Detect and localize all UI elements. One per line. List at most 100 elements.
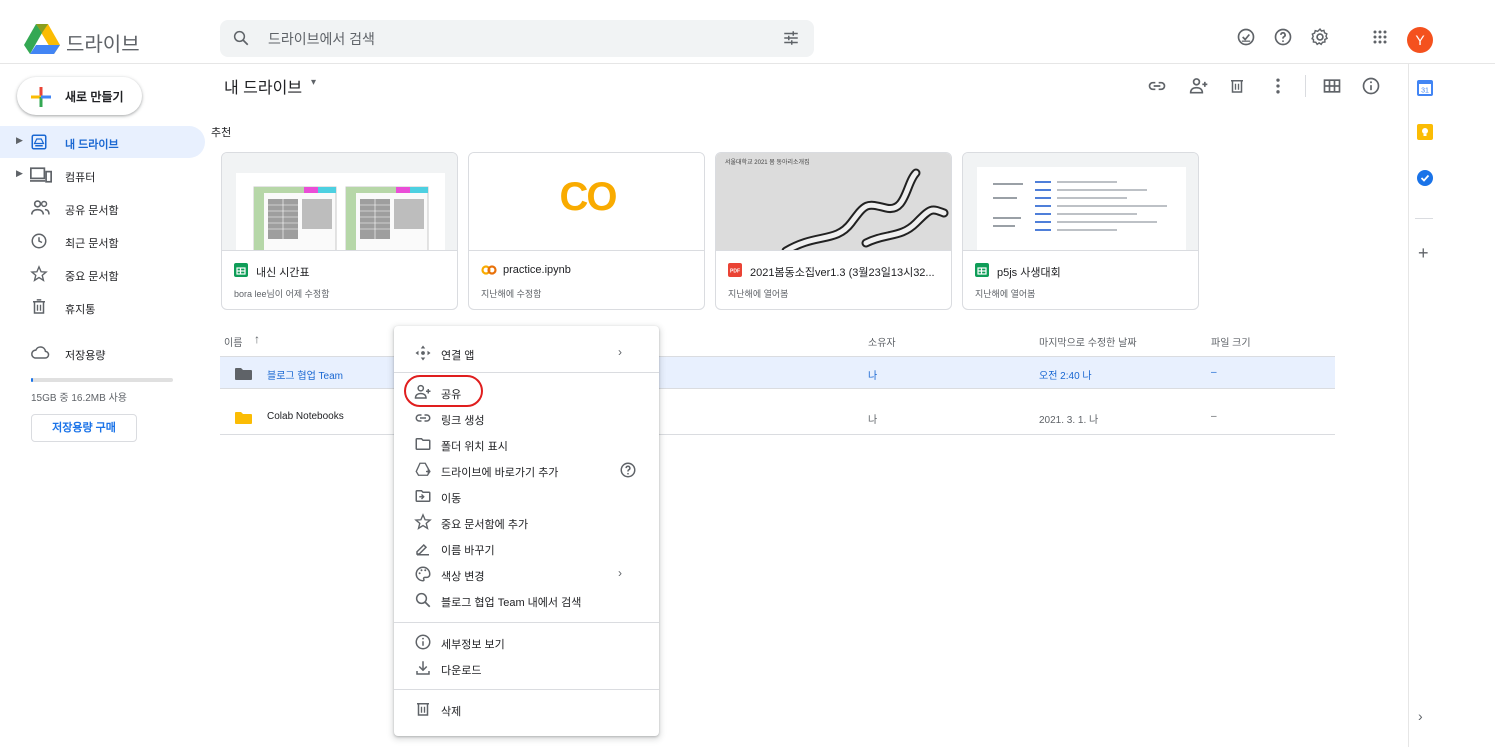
file-size: – (1211, 411, 1217, 422)
menu-item-label: 색상 변경 (441, 571, 485, 583)
menu-item-label: 중요 문서함에 추가 (441, 519, 529, 531)
sidebar-item-label: 내 드라이브 (65, 139, 119, 151)
help-icon[interactable] (1273, 27, 1293, 47)
sidebar-item-starred[interactable]: 중요 문서함 (0, 258, 205, 290)
menu-item-delete[interactable]: 삭제 (394, 696, 659, 722)
menu-item-search-within[interactable]: 블로그 협업 Team 내에서 검색 (394, 587, 659, 613)
buy-storage-button[interactable]: 저장용량 구매 (31, 414, 137, 442)
apps-grid-icon[interactable] (1370, 27, 1390, 47)
trash-icon (414, 700, 432, 718)
drive-logo-icon[interactable] (24, 24, 60, 54)
offline-ready-icon[interactable] (1236, 27, 1256, 47)
account-avatar[interactable]: Y (1407, 27, 1433, 53)
table-row[interactable]: Colab Notebooks 나 2021. 3. 1. 나 – (220, 403, 1335, 435)
sheets-icon (234, 263, 248, 277)
menu-item-download[interactable]: 다운로드 (394, 655, 659, 681)
colab-icon (481, 263, 497, 277)
search-options-icon[interactable] (782, 29, 800, 47)
computer-icon (30, 166, 52, 184)
sidebar-item-label: 저장용량 (65, 350, 106, 362)
share-highlight-annotation (404, 375, 483, 407)
more-vert-icon[interactable] (1268, 76, 1288, 96)
file-thumbnail: CO (469, 153, 704, 251)
file-modified: 2021. 3. 1. 나 (1039, 415, 1099, 426)
info-icon[interactable] (1361, 76, 1381, 96)
grid-view-icon[interactable] (1322, 76, 1342, 96)
suggested-heading: 추천 (211, 127, 232, 139)
menu-item-label: 연결 앱 (441, 350, 475, 362)
menu-item-change-color[interactable]: 색상 변경 › (394, 561, 659, 587)
sidebar-item-shared[interactable]: 공유 문서함 (0, 192, 205, 224)
menu-item-get-link[interactable]: 링크 생성 (394, 405, 659, 431)
suggested-card[interactable]: p5js 사생대회 지난해에 열어봄 (962, 152, 1199, 310)
help-icon[interactable] (619, 461, 637, 479)
settings-gear-icon[interactable] (1310, 27, 1330, 47)
svg-text:31: 31 (1421, 88, 1429, 95)
column-header-name[interactable]: 이름 (224, 334, 242, 349)
table-row[interactable]: 블로그 협업 Team 나 오전 2:40 나 – (220, 357, 1335, 389)
tasks-icon[interactable] (1417, 170, 1433, 186)
card-title: p5js 사생대회 (997, 267, 1061, 279)
side-panel-divider (1408, 64, 1409, 747)
menu-item-add-starred[interactable]: 중요 문서함에 추가 (394, 509, 659, 535)
suggested-card[interactable]: 서울대학교 2021 봄 동아리소개집 PDF 2021봄동소집ver1.3 (… (715, 152, 952, 310)
sort-arrow-icon[interactable]: ↑ (254, 332, 260, 346)
link-icon[interactable] (1147, 76, 1167, 96)
suggested-card[interactable]: 내신 시간표 bora lee님이 어제 수정함 (221, 152, 458, 310)
sidebar-item-my-drive[interactable]: ▶ 내 드라이브 (0, 126, 205, 158)
menu-item-view-details[interactable]: 세부정보 보기 (394, 629, 659, 655)
search-bar[interactable] (220, 20, 814, 57)
show-side-panel-icon[interactable]: › (1418, 708, 1423, 724)
file-thumbnail (222, 153, 457, 251)
app-name[interactable]: 드라이브 (66, 28, 140, 57)
action-divider (1305, 75, 1306, 97)
storage-usage-bar (31, 378, 173, 382)
folder-icon (235, 412, 252, 424)
search-icon[interactable] (232, 29, 250, 47)
palette-icon (414, 565, 432, 583)
menu-item-move[interactable]: 이동 (394, 483, 659, 509)
card-title: 내신 시간표 (256, 267, 310, 279)
trash-icon[interactable] (1228, 76, 1246, 96)
drive-shortcut-icon (414, 461, 432, 479)
menu-item-label: 폴더 위치 표시 (441, 441, 508, 453)
card-subtitle: bora lee님이 어제 수정함 (234, 289, 330, 299)
sidebar-item-storage[interactable]: 저장용량 (0, 337, 205, 369)
column-header-owner[interactable]: 소유자 (868, 334, 896, 349)
menu-item-label: 블로그 협업 Team 내에서 검색 (441, 597, 582, 609)
menu-item-label: 세부정보 보기 (441, 639, 505, 651)
calendar-icon[interactable]: 31 (1417, 80, 1433, 96)
expand-caret-icon[interactable]: ▶ (16, 135, 23, 146)
file-owner: 나 (868, 415, 878, 426)
column-header-modified[interactable]: 마지막으로 수정한 날짜 (1039, 334, 1137, 349)
menu-item-show-location[interactable]: 폴더 위치 표시 (394, 431, 659, 457)
menu-item-label: 드라이브에 바로가기 추가 (441, 467, 559, 479)
sidebar-item-computers[interactable]: ▶ 컴퓨터 (0, 159, 205, 191)
sidebar-item-trash[interactable]: 휴지통 (0, 291, 205, 323)
column-header-size[interactable]: 파일 크기 (1211, 334, 1251, 349)
menu-item-rename[interactable]: 이름 바꾸기 (394, 535, 659, 561)
open-with-icon (414, 344, 432, 362)
file-modified: 오전 2:40 나 (1039, 371, 1092, 382)
sidebar-item-recent[interactable]: 최근 문서함 (0, 225, 205, 257)
keep-icon[interactable] (1417, 124, 1433, 140)
page-title[interactable]: 내 드라이브 (224, 74, 302, 98)
sidebar-item-label: 중요 문서함 (65, 271, 119, 283)
people-icon (30, 199, 50, 217)
expand-caret-icon[interactable]: ▶ (16, 168, 23, 179)
search-input[interactable] (266, 20, 746, 57)
new-button[interactable]: 새로 만들기 (17, 77, 142, 115)
menu-item-open-with[interactable]: 연결 앱 › (394, 340, 659, 366)
clock-icon (30, 232, 48, 250)
sidebar-item-label: 휴지통 (65, 304, 96, 316)
person-add-icon[interactable] (1189, 76, 1209, 96)
title-dropdown-icon[interactable]: ▾ (311, 77, 316, 88)
new-button-label: 새로 만들기 (65, 90, 124, 104)
get-addons-icon[interactable]: + (1418, 243, 1429, 264)
star-icon (414, 513, 432, 531)
suggested-card[interactable]: CO practice.ipynb 지난해에 수정함 (468, 152, 705, 310)
menu-item-add-shortcut[interactable]: 드라이브에 바로가기 추가 (394, 457, 659, 483)
card-subtitle: 지난해에 열어봄 (728, 289, 789, 299)
folder-icon (235, 368, 252, 380)
side-panel-separator (1415, 218, 1433, 219)
